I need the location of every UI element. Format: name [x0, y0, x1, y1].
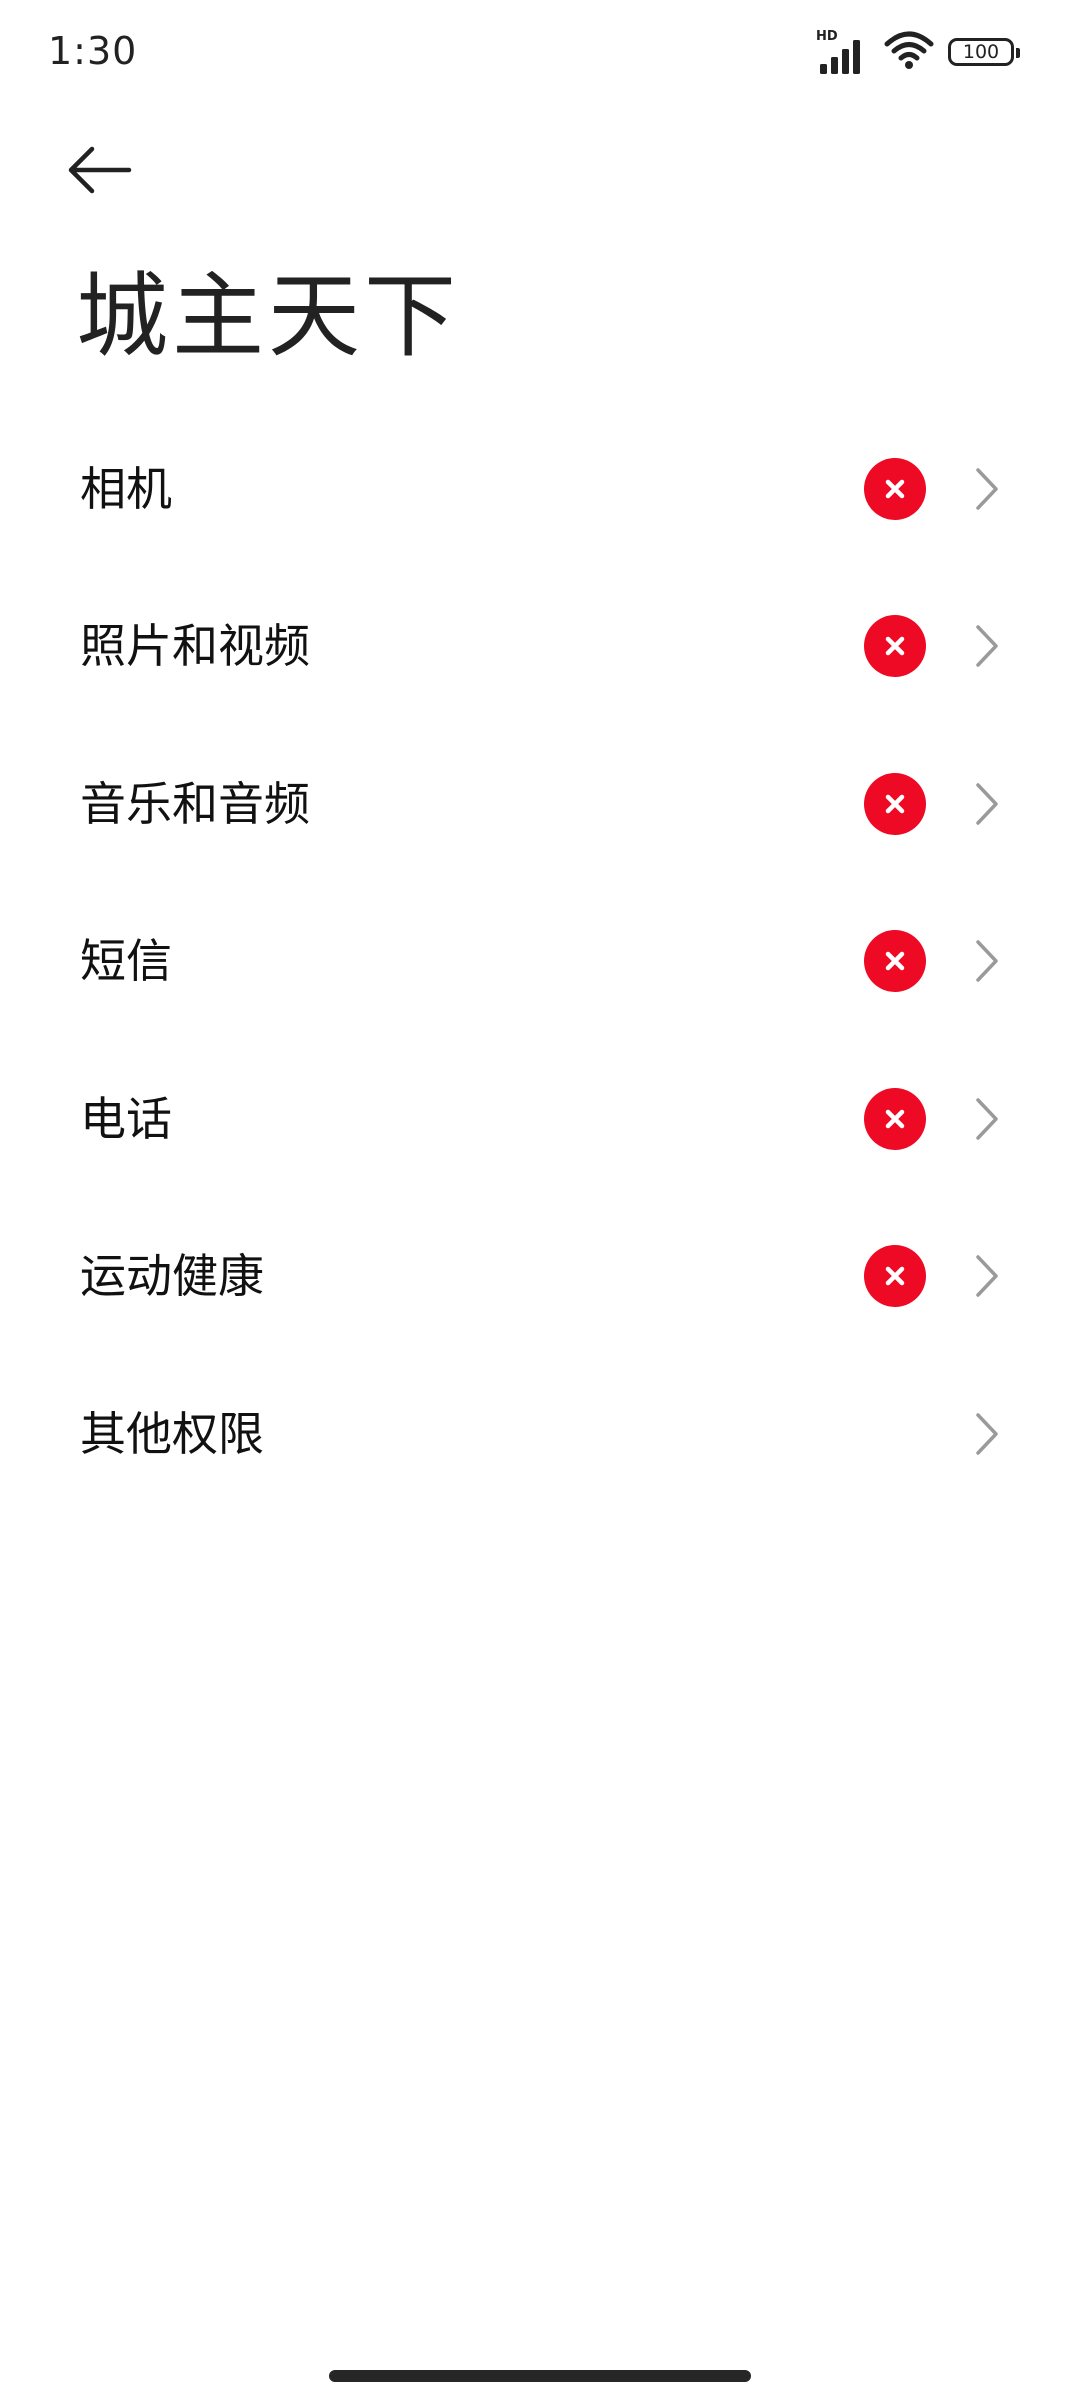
permission-item-phone[interactable]: 电话: [0, 1040, 1080, 1198]
chevron-right-icon: [972, 938, 1002, 984]
signal-icon: HD: [816, 30, 870, 74]
home-indicator[interactable]: [329, 2370, 751, 2382]
permission-item-music-audio[interactable]: 音乐和音频: [0, 725, 1080, 883]
wifi-icon: [884, 30, 934, 74]
denied-icon: [864, 457, 926, 520]
chevron-right-icon: [972, 1253, 1002, 1299]
permission-label: 其他权限: [80, 1406, 264, 1461]
denied-icon: [864, 615, 926, 678]
permission-item-fitness-health[interactable]: 运动健康: [0, 1198, 1080, 1356]
denied-icon: [864, 1087, 926, 1150]
permission-list: 相机 照片和视频 音乐和音频 短信 电话 运动健康 其他权限: [0, 410, 1080, 1513]
back-button[interactable]: [66, 130, 156, 210]
chevron-right-icon: [972, 1411, 1002, 1457]
permission-label: 相机: [80, 461, 172, 516]
permission-item-camera[interactable]: 相机: [0, 410, 1080, 568]
denied-icon: [864, 930, 926, 993]
status-icons: HD 100: [816, 30, 1020, 74]
chevron-right-icon: [972, 1096, 1002, 1142]
permission-label: 短信: [80, 934, 172, 989]
permission-label: 电话: [80, 1091, 172, 1146]
battery-icon: 100: [948, 38, 1020, 66]
battery-level: 100: [962, 41, 1000, 63]
page-title: 城主天下: [76, 263, 461, 370]
back-arrow-icon: [68, 146, 132, 194]
denied-icon: [864, 1245, 926, 1308]
chevron-right-icon: [972, 623, 1002, 669]
chevron-right-icon: [972, 781, 1002, 827]
status-bar: 1:30 HD 100: [0, 0, 1080, 100]
status-time: 1:30: [48, 29, 138, 73]
permission-item-photos-videos[interactable]: 照片和视频: [0, 568, 1080, 726]
permission-item-sms[interactable]: 短信: [0, 883, 1080, 1041]
denied-icon: [864, 772, 926, 835]
permission-label: 照片和视频: [80, 619, 310, 674]
chevron-right-icon: [972, 466, 1002, 512]
permission-label: 运动健康: [80, 1249, 264, 1304]
permission-label: 音乐和音频: [80, 776, 310, 831]
permission-item-other[interactable]: 其他权限: [0, 1355, 1080, 1513]
